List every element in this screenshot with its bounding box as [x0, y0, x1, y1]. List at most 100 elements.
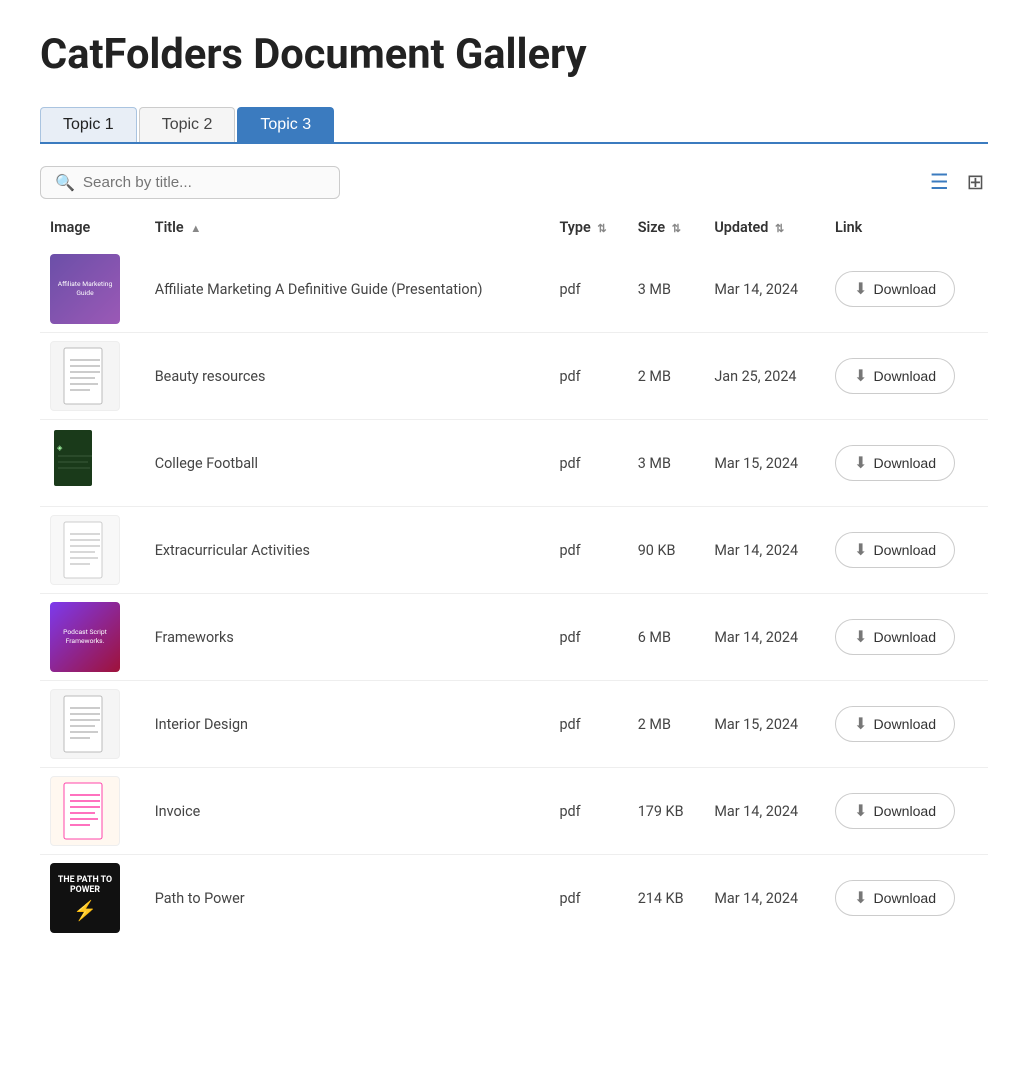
download-icon: ⬇ [854, 627, 867, 647]
col-title[interactable]: Title ▲ [145, 209, 550, 246]
download-label: Download [873, 890, 936, 906]
cell-title: Affiliate Marketing A Definitive Guide (… [145, 246, 550, 333]
tab-bar: Topic 1 Topic 2 Topic 3 [40, 107, 988, 144]
col-link: Link [825, 209, 988, 246]
cell-updated: Mar 14, 2024 [704, 768, 825, 855]
download-label: Download [873, 281, 936, 297]
table-row: Interior Design pdf 2 MB Mar 15, 2024 ⬇ … [40, 681, 988, 768]
document-table: Image Title ▲ Type ⇅ Size ⇅ Updated ⇅ Li… [40, 209, 988, 941]
cell-link: ⬇ Download [825, 246, 988, 333]
download-button[interactable]: ⬇ Download [835, 445, 955, 481]
cell-link: ⬇ Download [825, 681, 988, 768]
table-row: Podcast Script Frameworks. Frameworks pd… [40, 594, 988, 681]
cell-title: Interior Design [145, 681, 550, 768]
cell-updated: Jan 25, 2024 [704, 333, 825, 420]
cell-thumbnail [40, 507, 145, 594]
tab-topic3[interactable]: Topic 3 [237, 107, 334, 142]
search-input[interactable] [83, 174, 325, 191]
cell-thumbnail [40, 681, 145, 768]
cell-updated: Mar 15, 2024 [704, 420, 825, 507]
cell-type: pdf [549, 507, 627, 594]
cell-size: 179 KB [628, 768, 705, 855]
download-icon: ⬇ [854, 366, 867, 386]
cell-updated: Mar 14, 2024 [704, 594, 825, 681]
col-size[interactable]: Size ⇅ [628, 209, 705, 246]
tab-topic1[interactable]: Topic 1 [40, 107, 137, 142]
search-box[interactable]: 🔍 [40, 166, 340, 199]
cell-title: Extracurricular Activities [145, 507, 550, 594]
table-row: ◈ College Football pdf 3 MB Mar 15, 2024… [40, 420, 988, 507]
cell-size: 3 MB [628, 246, 705, 333]
tab-topic2[interactable]: Topic 2 [139, 107, 236, 142]
page-title: CatFolders Document Gallery [40, 30, 988, 79]
download-button[interactable]: ⬇ Download [835, 619, 955, 655]
col-updated[interactable]: Updated ⇅ [704, 209, 825, 246]
cell-type: pdf [549, 420, 627, 507]
cell-thumbnail [40, 768, 145, 855]
table-row: Affiliate Marketing Guide Affiliate Mark… [40, 246, 988, 333]
download-label: Download [873, 368, 936, 384]
download-icon: ⬇ [854, 714, 867, 734]
download-label: Download [873, 629, 936, 645]
table-row: THE PATH TOPOWER⚡ Path to Power pdf 214 … [40, 855, 988, 942]
cell-size: 214 KB [628, 855, 705, 942]
cell-type: pdf [549, 594, 627, 681]
download-button[interactable]: ⬇ Download [835, 358, 955, 394]
cell-title: Frameworks [145, 594, 550, 681]
list-view-button[interactable]: ☰ [926, 166, 953, 199]
cell-updated: Mar 14, 2024 [704, 246, 825, 333]
cell-updated: Mar 15, 2024 [704, 681, 825, 768]
svg-text:◈: ◈ [57, 445, 63, 452]
view-toggle: ☰ ⊞ [926, 166, 988, 199]
download-button[interactable]: ⬇ Download [835, 880, 955, 916]
download-icon: ⬇ [854, 279, 867, 299]
col-type[interactable]: Type ⇅ [549, 209, 627, 246]
cell-thumbnail: THE PATH TOPOWER⚡ [40, 855, 145, 942]
table-header-row: Image Title ▲ Type ⇅ Size ⇅ Updated ⇅ Li… [40, 209, 988, 246]
download-label: Download [873, 803, 936, 819]
cell-type: pdf [549, 681, 627, 768]
cell-title: Invoice [145, 768, 550, 855]
cell-thumbnail [40, 333, 145, 420]
cell-type: pdf [549, 855, 627, 942]
cell-thumbnail: ◈ [40, 420, 145, 507]
cell-size: 3 MB [628, 420, 705, 507]
download-icon: ⬇ [854, 540, 867, 560]
download-label: Download [873, 455, 936, 471]
cell-updated: Mar 14, 2024 [704, 855, 825, 942]
toolbar: 🔍 ☰ ⊞ [40, 166, 988, 199]
download-label: Download [873, 716, 936, 732]
cell-thumbnail: Affiliate Marketing Guide [40, 246, 145, 333]
download-button[interactable]: ⬇ Download [835, 793, 955, 829]
download-button[interactable]: ⬇ Download [835, 271, 955, 307]
download-label: Download [873, 542, 936, 558]
cell-link: ⬇ Download [825, 855, 988, 942]
cell-type: pdf [549, 333, 627, 420]
download-icon: ⬇ [854, 801, 867, 821]
grid-view-button[interactable]: ⊞ [963, 166, 988, 199]
cell-link: ⬇ Download [825, 333, 988, 420]
cell-size: 6 MB [628, 594, 705, 681]
cell-type: pdf [549, 768, 627, 855]
cell-link: ⬇ Download [825, 420, 988, 507]
table-row: Beauty resources pdf 2 MB Jan 25, 2024 ⬇… [40, 333, 988, 420]
cell-updated: Mar 14, 2024 [704, 507, 825, 594]
download-button[interactable]: ⬇ Download [835, 532, 955, 568]
cell-size: 90 KB [628, 507, 705, 594]
cell-title: College Football [145, 420, 550, 507]
col-image: Image [40, 209, 145, 246]
cell-thumbnail: Podcast Script Frameworks. [40, 594, 145, 681]
cell-size: 2 MB [628, 681, 705, 768]
search-icon: 🔍 [55, 173, 75, 192]
cell-type: pdf [549, 246, 627, 333]
download-button[interactable]: ⬇ Download [835, 706, 955, 742]
cell-title: Path to Power [145, 855, 550, 942]
cell-title: Beauty resources [145, 333, 550, 420]
download-icon: ⬇ [854, 888, 867, 908]
table-row: Invoice pdf 179 KB Mar 14, 2024 ⬇ Downlo… [40, 768, 988, 855]
download-icon: ⬇ [854, 453, 867, 473]
table-row: Extracurricular Activities pdf 90 KB Mar… [40, 507, 988, 594]
cell-link: ⬇ Download [825, 507, 988, 594]
cell-link: ⬇ Download [825, 594, 988, 681]
cell-link: ⬇ Download [825, 768, 988, 855]
